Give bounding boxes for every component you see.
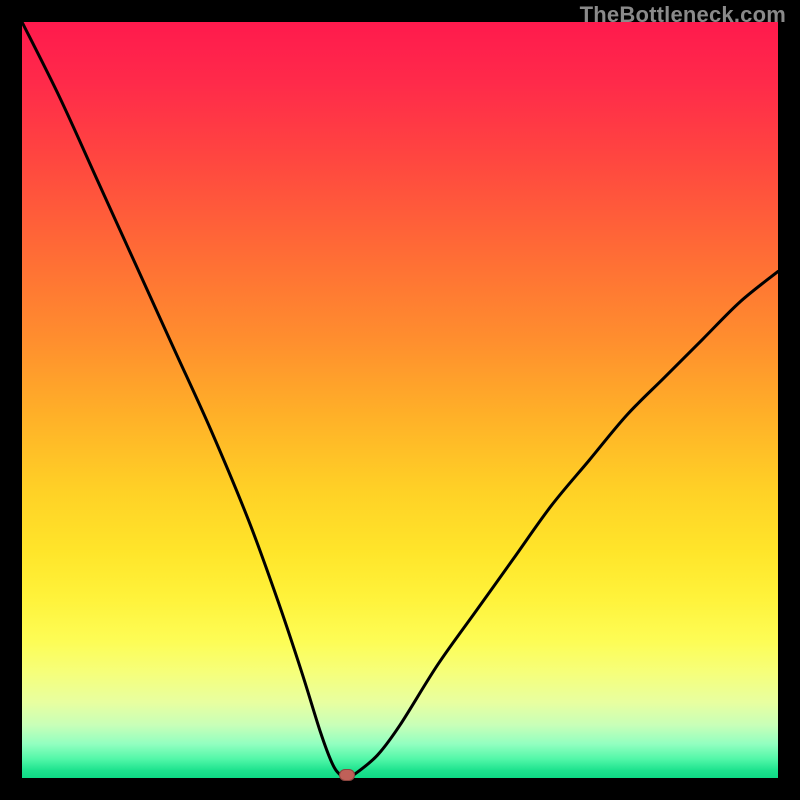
bottleneck-curve xyxy=(22,22,778,778)
chart-stage: TheBottleneck.com xyxy=(0,0,800,800)
bottleneck-marker xyxy=(339,769,355,781)
plot-area xyxy=(22,22,778,778)
